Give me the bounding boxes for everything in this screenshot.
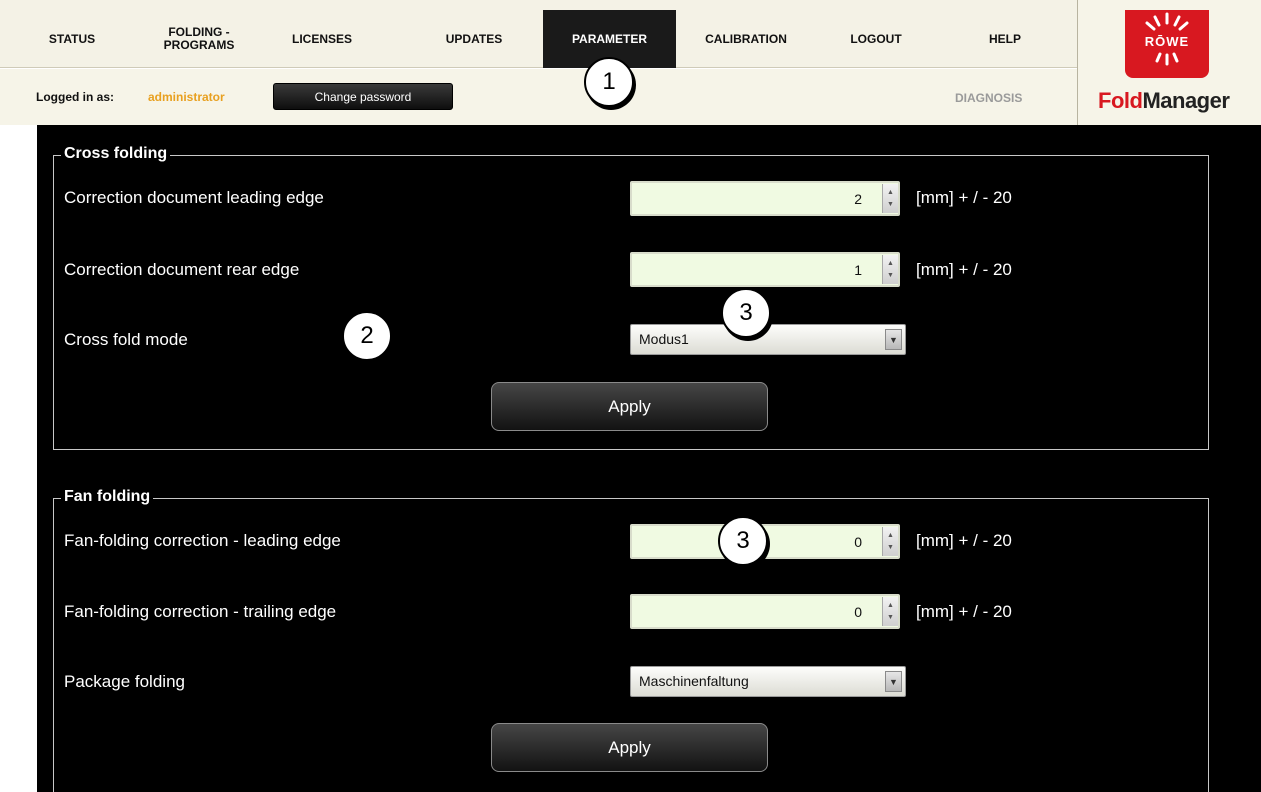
logged-in-label: Logged in as: [36,90,114,104]
user-bar: Logged in as: administrator Change passw… [0,69,1077,125]
spin-down-icon[interactable]: ▼ [887,542,894,554]
spin-up-icon[interactable]: ▲ [887,187,894,199]
cross-fold-mode-label: Cross fold mode [64,330,188,349]
callout-2: 2 [342,311,392,361]
leading-edge-unit: [mm] + / - 20 [916,188,1012,207]
top-navigation-bar: STATUS FOLDING - PROGRAMS LICENSES UPDAT… [0,0,1077,68]
leading-edge-value: 2 [854,191,862,207]
dropdown-arrow-icon[interactable]: ▼ [885,329,902,350]
main-nav: STATUS FOLDING - PROGRAMS LICENSES UPDAT… [0,10,1077,68]
spin-down-icon[interactable]: ▼ [887,612,894,624]
dropdown-arrow-icon[interactable]: ▼ [885,671,902,692]
fan-leading-edge-label: Fan-folding correction - leading edge [64,531,341,550]
logo-panel: RŌWE FoldManager [1077,0,1261,125]
fan-trailing-edge-label: Fan-folding correction - trailing edge [64,602,337,621]
spin-down-icon[interactable]: ▼ [887,199,894,211]
rear-edge-stepper[interactable]: ▲ ▼ [882,255,898,284]
foldmanager-logo-manager: Manager [1142,88,1230,113]
rear-edge-value: 1 [854,262,862,278]
leading-edge-stepper[interactable]: ▲ ▼ [882,184,898,213]
fan-trailing-edge-input[interactable]: 0 ▲ ▼ [630,594,900,629]
rowe-logo-text: RŌWE [1144,34,1190,49]
fan-leading-edge-unit: [mm] + / - 20 [916,531,1012,550]
diagnosis-link[interactable]: DIAGNOSIS [955,91,1022,105]
leading-edge-label: Correction document leading edge [64,188,324,207]
fan-leading-edge-value: 0 [854,534,862,550]
nav-licenses[interactable]: LICENSES [272,10,372,68]
nav-folding-programs[interactable]: FOLDING - PROGRAMS [142,10,256,68]
fan-folding-group: Fan folding Fan-folding correction - lea… [53,488,1209,792]
parameter-panel: Cross folding Correction document leadin… [37,125,1261,792]
username: administrator [148,90,225,104]
fan-folding-apply-button[interactable]: Apply [491,723,768,772]
foldmanager-logo: FoldManager [1098,88,1230,114]
spin-up-icon[interactable]: ▲ [887,600,894,612]
fan-leading-edge-stepper[interactable]: ▲ ▼ [882,527,898,556]
cross-folding-apply-button[interactable]: Apply [491,382,768,431]
package-folding-select[interactable]: Maschinenfaltung ▼ [630,666,906,697]
rear-edge-label: Correction document rear edge [64,260,300,279]
nav-help[interactable]: HELP [955,10,1055,68]
cross-fold-mode-select[interactable]: Modus1 ▼ [630,324,906,355]
fan-trailing-edge-stepper[interactable]: ▲ ▼ [882,597,898,626]
rear-edge-input[interactable]: 1 ▲ ▼ [630,252,900,287]
fan-trailing-edge-value: 0 [854,604,862,620]
callout-3-fan: 3 [718,516,768,566]
nav-logout[interactable]: LOGOUT [826,10,926,68]
package-folding-label: Package folding [64,672,185,691]
rowe-logo-icon: RŌWE [1125,10,1209,78]
cross-folding-group: Cross folding Correction document leadin… [53,145,1209,450]
spin-up-icon[interactable]: ▲ [887,530,894,542]
change-password-button[interactable]: Change password [273,83,453,110]
leading-edge-input[interactable]: 2 ▲ ▼ [630,181,900,216]
spin-up-icon[interactable]: ▲ [887,258,894,270]
spin-down-icon[interactable]: ▼ [887,270,894,282]
nav-status[interactable]: STATUS [22,10,122,68]
package-folding-value: Maschinenfaltung [639,673,749,689]
callout-3-mode: 3 [721,288,771,338]
nav-updates[interactable]: UPDATES [424,10,524,68]
fan-folding-legend: Fan folding [61,488,154,506]
foldmanager-logo-fold: Fold [1098,88,1143,113]
nav-calibration[interactable]: CALIBRATION [690,10,802,68]
callout-1: 1 [584,57,634,107]
cross-folding-legend: Cross folding [61,145,171,163]
fan-trailing-edge-unit: [mm] + / - 20 [916,602,1012,621]
cross-fold-mode-value: Modus1 [639,331,689,347]
rear-edge-unit: [mm] + / - 20 [916,260,1012,279]
